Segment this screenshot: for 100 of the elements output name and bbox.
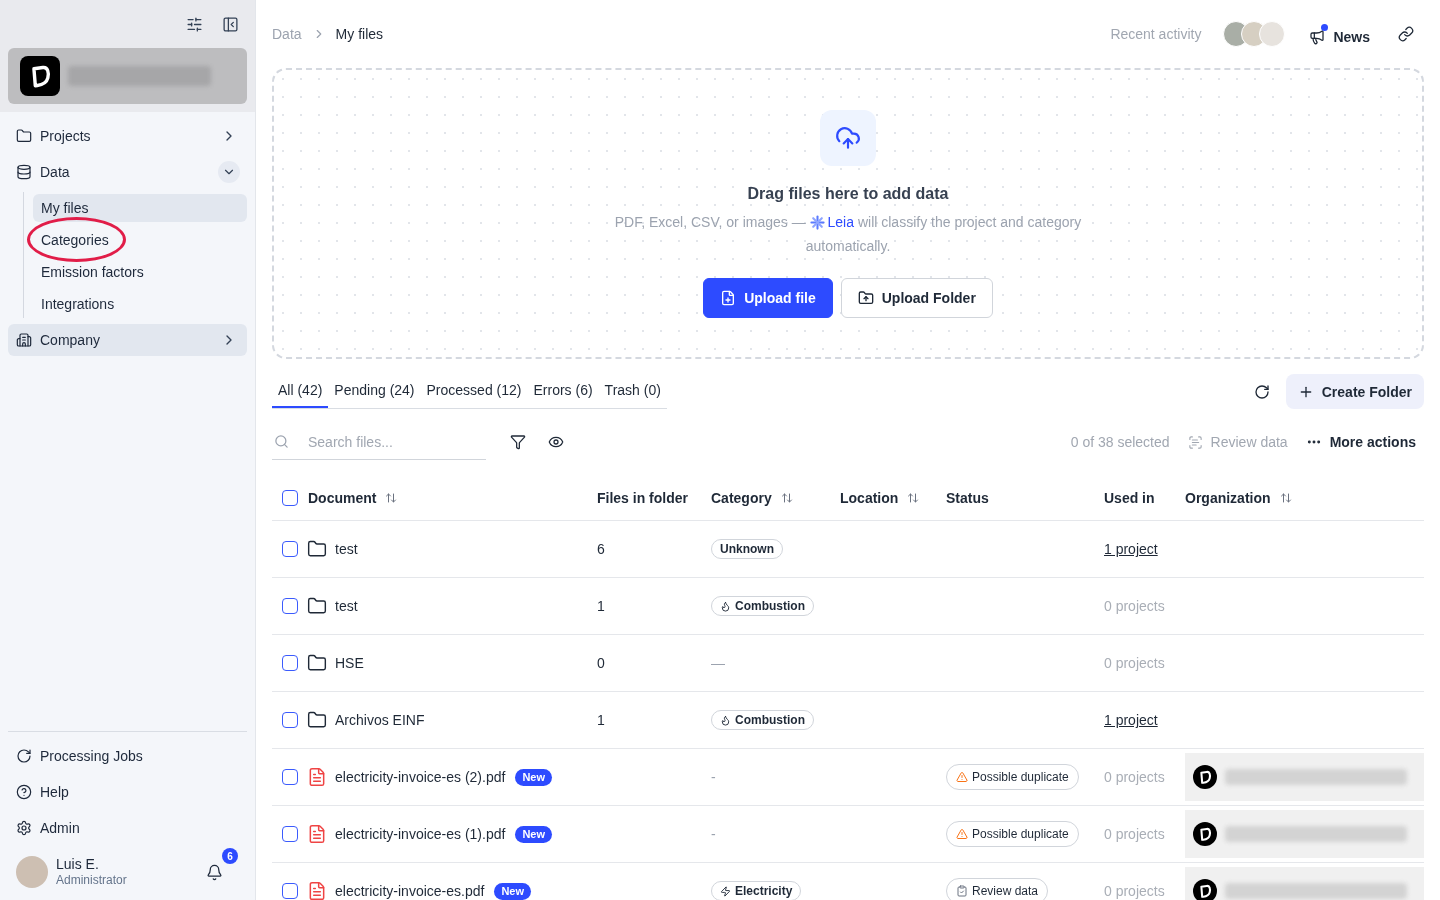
sparkle-icon: [809, 214, 825, 230]
selection-count: 0 of 38 selected: [1070, 434, 1170, 450]
project-link[interactable]: 1 project: [1104, 541, 1158, 557]
row-checkbox[interactable]: [282, 883, 298, 899]
folder-icon: [307, 596, 327, 616]
new-badge: New: [494, 882, 531, 900]
notifications-button[interactable]: [205, 863, 223, 881]
notification-count: 6: [222, 848, 238, 864]
pdf-file-icon: [307, 881, 327, 900]
project-count: 0 projects: [1104, 598, 1165, 614]
new-badge: New: [515, 825, 552, 843]
status-tag: Possible duplicate: [946, 764, 1079, 790]
filter-tab[interactable]: Processed (12): [420, 374, 528, 408]
row-checkbox[interactable]: [282, 769, 298, 785]
nav-item[interactable]: Help: [8, 776, 247, 808]
logo-icon: [1193, 765, 1217, 789]
megaphone-icon: [1309, 29, 1326, 45]
row-checkbox[interactable]: [282, 655, 298, 671]
upload-file-button[interactable]: Upload file: [703, 278, 833, 318]
document-name[interactable]: Archivos EINF: [335, 712, 425, 728]
copy-link-button[interactable]: [1398, 26, 1414, 42]
document-name[interactable]: electricity-invoice-es.pdf: [335, 883, 485, 899]
folder-upload-icon: [857, 290, 874, 306]
row-checkbox[interactable]: [282, 712, 298, 728]
filter-button[interactable]: [510, 434, 526, 450]
news-button[interactable]: News: [1309, 21, 1370, 47]
category-tag: Electricity: [711, 881, 802, 900]
project-link[interactable]: 1 project: [1104, 712, 1158, 728]
logo-icon: [1193, 822, 1217, 846]
panel-icon: [221, 15, 239, 33]
settings-icon: [16, 820, 32, 836]
nav-subitem[interactable]: Emission factors: [33, 258, 247, 286]
refresh-icon: [1253, 383, 1270, 400]
link-icon: [1398, 26, 1414, 42]
column-header[interactable]: Files in folder: [597, 489, 688, 506]
pdf-file-icon: [307, 767, 327, 787]
adjust-button[interactable]: [185, 15, 203, 33]
file-plus-icon: [720, 290, 737, 306]
collapse-button[interactable]: [218, 161, 240, 183]
select-all-checkbox[interactable]: [282, 489, 298, 506]
nav-subitem[interactable]: Integrations: [33, 290, 247, 318]
empty-value: -: [711, 769, 716, 785]
document-name[interactable]: test: [335, 598, 358, 614]
avatar: [1259, 21, 1286, 47]
nav-item[interactable]: Projects: [8, 120, 247, 152]
filter-tab[interactable]: Errors (6): [527, 374, 599, 408]
file-count: 1: [597, 712, 605, 728]
empty-value: -: [711, 826, 716, 842]
column-header[interactable]: Status: [946, 489, 989, 506]
column-header[interactable]: Document: [308, 489, 377, 506]
filter-tab[interactable]: Trash (0): [598, 374, 667, 408]
row-checkbox[interactable]: [282, 598, 298, 614]
user-name: Luis E.: [56, 856, 100, 872]
row-checkbox[interactable]: [282, 541, 298, 557]
search-icon: [274, 434, 289, 449]
clipboard-icon: [956, 885, 968, 897]
collapse-sidebar-button[interactable]: [221, 15, 239, 33]
category-tag: Combustion: [711, 710, 814, 730]
column-header[interactable]: Organization: [1185, 489, 1271, 506]
search-field[interactable]: Search files...: [272, 424, 486, 460]
organization-card[interactable]: [8, 48, 247, 104]
nav-item[interactable]: Company: [8, 324, 247, 356]
user-role: Administrator: [56, 872, 128, 888]
project-count: 0 projects: [1104, 655, 1165, 671]
document-name[interactable]: HSE: [335, 655, 364, 671]
column-header[interactable]: Location: [840, 489, 899, 506]
more-actions-button[interactable]: More actions: [1305, 434, 1416, 450]
folder-icon: [307, 710, 327, 730]
document-name[interactable]: electricity-invoice-es (1).pdf: [335, 826, 506, 842]
project-count: 0 projects: [1104, 883, 1165, 899]
filter-tab[interactable]: Pending (24): [328, 374, 421, 408]
file-count: 1: [597, 598, 605, 614]
create-folder-button[interactable]: Create Folder: [1285, 374, 1424, 409]
sliders-icon: [185, 15, 203, 33]
filter-tab[interactable]: All (42): [272, 374, 329, 408]
category-tag: Unknown: [711, 539, 783, 559]
refresh-icon: [16, 748, 32, 764]
new-badge: New: [515, 768, 552, 786]
column-header[interactable]: Used in: [1104, 489, 1155, 506]
scan-text-icon: [1187, 434, 1203, 450]
nav-subitem[interactable]: Categories: [33, 226, 247, 254]
row-checkbox[interactable]: [282, 826, 298, 842]
assistant-link[interactable]: Leia: [809, 210, 854, 234]
upload-dropzone[interactable]: Drag files here to add data PDF, Excel, CSV, or images — Leia will classify the project and category automatically. Upload file Upload Folder: [272, 68, 1424, 359]
document-name[interactable]: test: [335, 541, 358, 557]
document-name[interactable]: electricity-invoice-es (2).pdf: [335, 769, 506, 785]
nav-subitem[interactable]: My files: [33, 194, 247, 222]
nav-item[interactable]: Data: [8, 156, 247, 188]
eye-icon: [548, 434, 564, 450]
nav-item[interactable]: Processing Jobs: [8, 740, 247, 772]
file-count: 0: [597, 655, 605, 671]
nav-item[interactable]: Admin: [8, 812, 247, 844]
logo-icon: [20, 56, 60, 96]
empty-value: —: [711, 655, 725, 671]
lightning-icon: [720, 885, 731, 897]
file-count: 6: [597, 541, 605, 557]
column-header[interactable]: Category: [711, 489, 772, 506]
refresh-button[interactable]: [1253, 383, 1270, 400]
upload-folder-button[interactable]: Upload Folder: [840, 278, 993, 318]
visibility-button[interactable]: [548, 434, 564, 450]
